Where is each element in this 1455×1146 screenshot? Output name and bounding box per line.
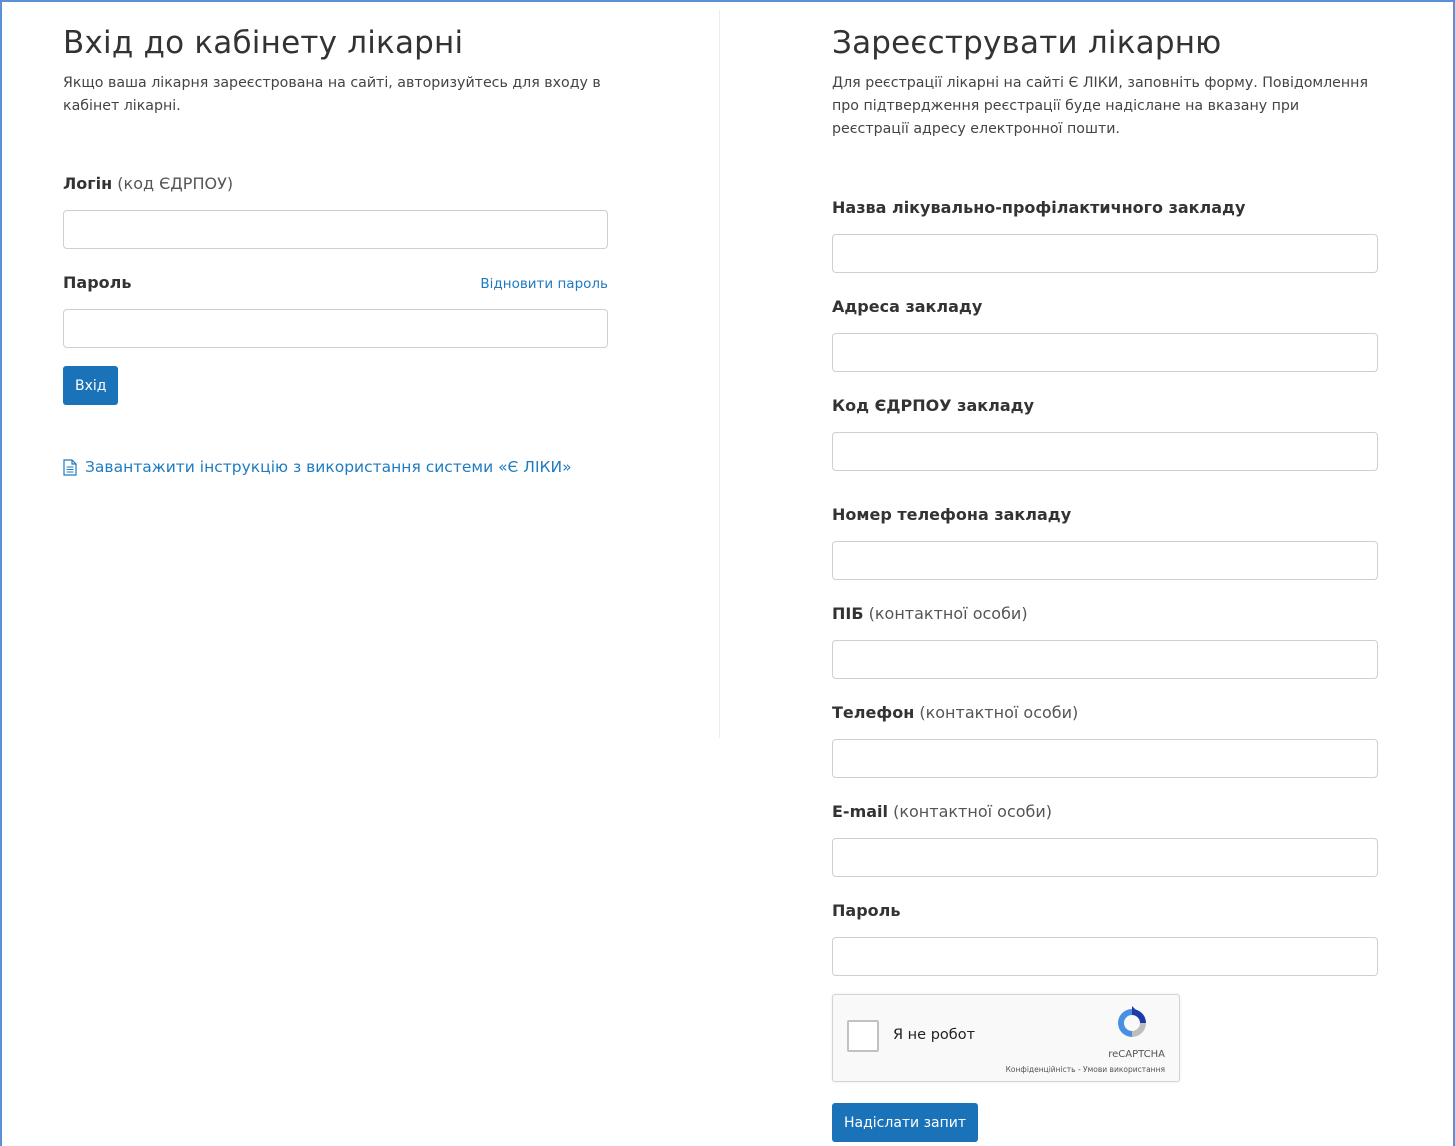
document-icon bbox=[63, 458, 77, 476]
contact-name-label: ПІБ (контактної особи) bbox=[832, 604, 1028, 623]
instruction-link-label: Завантажити інструкцію з використання си… bbox=[85, 458, 572, 476]
facility-address-label-group: Адреса закладу bbox=[832, 297, 1378, 321]
submit-request-button[interactable]: Надіслати запит bbox=[832, 1103, 979, 1142]
register-password-input[interactable] bbox=[832, 937, 1378, 976]
contact-phone-label: Телефон (контактної особи) bbox=[832, 703, 1079, 722]
facility-phone-label: Номер телефона закладу bbox=[832, 505, 1072, 524]
restore-password-link[interactable]: Відновити пароль bbox=[480, 276, 608, 292]
login-section: Вхід до кабінету лікарні Якщо ваша лікар… bbox=[63, 22, 608, 476]
recaptcha-checkbox[interactable] bbox=[847, 1020, 879, 1052]
login-label: Логін (код ЄДРПОУ) bbox=[63, 174, 234, 193]
facility-code-label-group: Код ЄДРПОУ закладу bbox=[832, 396, 1378, 420]
password-label: Пароль bbox=[63, 273, 132, 292]
contact-email-label: E-mail (контактної особи) bbox=[832, 802, 1053, 821]
instruction-download-link[interactable]: Завантажити інструкцію з використання си… bbox=[63, 458, 572, 476]
facility-phone-input[interactable] bbox=[832, 541, 1378, 580]
facility-address-label: Адреса закладу bbox=[832, 297, 983, 316]
recaptcha-label: Я не робот bbox=[893, 1027, 976, 1043]
facility-address-input[interactable] bbox=[832, 333, 1378, 372]
register-password-label-group: Пароль bbox=[832, 901, 1378, 925]
recaptcha-widget: Я не робот reCAPTCHA Конфіденційність - … bbox=[832, 994, 1180, 1082]
contact-phone-label-group: Телефон (контактної особи) bbox=[832, 703, 1378, 727]
facility-phone-label-group: Номер телефона закладу bbox=[832, 505, 1378, 529]
password-input[interactable] bbox=[63, 309, 608, 348]
facility-code-label: Код ЄДРПОУ закладу bbox=[832, 396, 1034, 415]
facility-name-label-group: Назва лікувально-профілактичного закладу bbox=[832, 198, 1378, 222]
contact-phone-input[interactable] bbox=[832, 739, 1378, 778]
login-field-group: Логін (код ЄДРПОУ) bbox=[63, 174, 608, 198]
recaptcha-brand: reCAPTCHA bbox=[1108, 1049, 1165, 1060]
login-input[interactable] bbox=[63, 210, 608, 249]
facility-code-input[interactable] bbox=[832, 432, 1378, 471]
contact-name-label-group: ПІБ (контактної особи) bbox=[832, 604, 1378, 628]
register-section: Зареєструвати лікарню Для реєстрації лік… bbox=[832, 22, 1378, 1142]
login-title: Вхід до кабінету лікарні bbox=[63, 25, 464, 61]
password-field-group: Пароль Відновити пароль bbox=[63, 273, 608, 297]
recaptcha-logo-icon bbox=[1118, 1006, 1146, 1037]
login-intro: Якщо ваша лікарня зареєстрована на сайті… bbox=[63, 75, 601, 114]
contact-email-input[interactable] bbox=[832, 838, 1378, 877]
contact-name-input[interactable] bbox=[832, 640, 1378, 679]
register-password-label: Пароль bbox=[832, 901, 901, 920]
facility-name-input[interactable] bbox=[832, 234, 1378, 273]
contact-email-label-group: E-mail (контактної особи) bbox=[832, 802, 1378, 826]
register-title: Зареєструвати лікарню bbox=[832, 25, 1222, 61]
facility-name-label: Назва лікувально-профілактичного закладу bbox=[832, 198, 1246, 217]
column-divider bbox=[719, 10, 720, 738]
login-button[interactable]: Вхід bbox=[63, 366, 119, 405]
register-intro: Для реєстрації лікарні на сайті Є ЛІКИ, … bbox=[832, 75, 1368, 137]
recaptcha-terms-link[interactable]: Конфіденційність - Умови використання bbox=[1006, 1065, 1165, 1074]
